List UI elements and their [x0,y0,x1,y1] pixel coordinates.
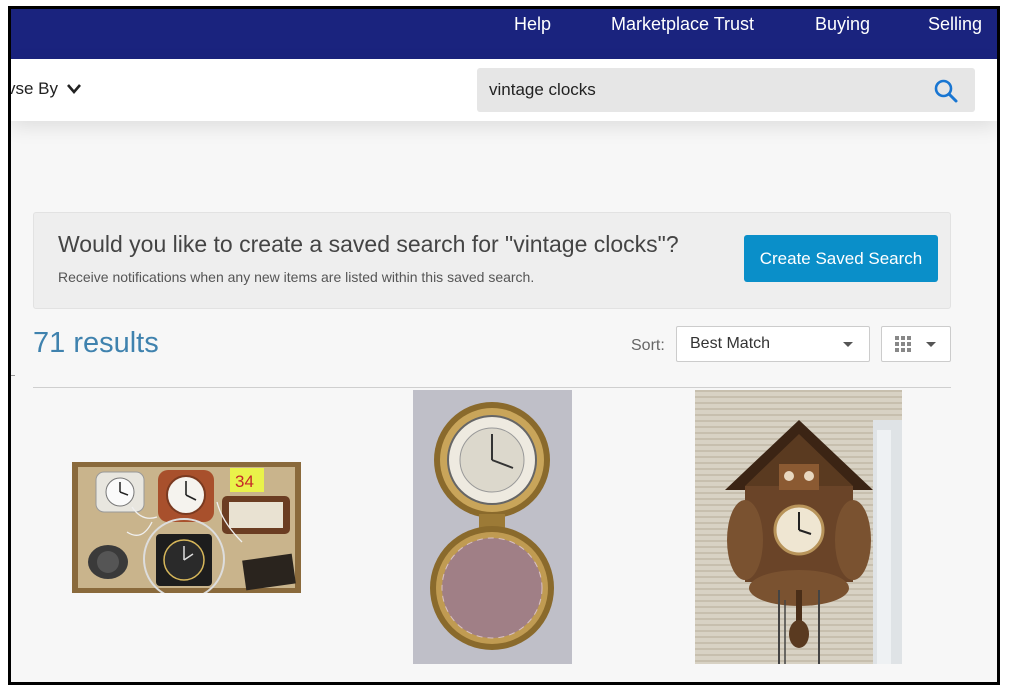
sort-label: Sort: [631,337,665,354]
search-icon[interactable] [933,78,959,104]
search-bar [477,68,975,112]
browse-by-label: vse By [8,79,59,98]
edge-divider [11,375,15,376]
chevron-down-icon [67,84,82,94]
results-count: 71 results [33,327,159,359]
create-saved-search-button[interactable]: Create Saved Search [744,235,938,282]
sort-selected-value: Best Match [690,335,771,352]
saved-search-question: Would you like to create a saved search … [58,231,679,257]
lot-number-tag: 34 [235,472,254,491]
listing-image-cuckoo-clock[interactable] [695,390,902,664]
browser-frame: Help Marketplace Trust Buying Selling vs… [8,6,1000,685]
results-divider [33,387,951,388]
search-header: vse By [11,59,997,121]
listing-image-assorted-clocks[interactable]: 34 [72,462,301,593]
nav-buying-link[interactable]: Buying [815,14,870,35]
caret-down-icon [843,342,853,347]
top-nav-bar: Help Marketplace Trust Buying Selling [11,9,997,59]
grid-view-icon [895,336,911,352]
nav-marketplace-trust-link[interactable]: Marketplace Trust [611,14,754,35]
search-input[interactable] [477,68,929,112]
caret-down-icon [926,342,936,347]
nav-selling-link[interactable]: Selling [928,14,982,35]
listing-image-pocket-clock[interactable] [413,390,572,664]
nav-help-link[interactable]: Help [514,14,551,35]
browse-by-dropdown[interactable]: vse By [8,79,82,99]
sort-dropdown[interactable]: Best Match [676,326,870,362]
saved-search-banner: Would you like to create a saved search … [33,212,951,309]
saved-search-subtext: Receive notifications when any new items… [58,269,535,285]
view-mode-dropdown[interactable] [881,326,951,362]
